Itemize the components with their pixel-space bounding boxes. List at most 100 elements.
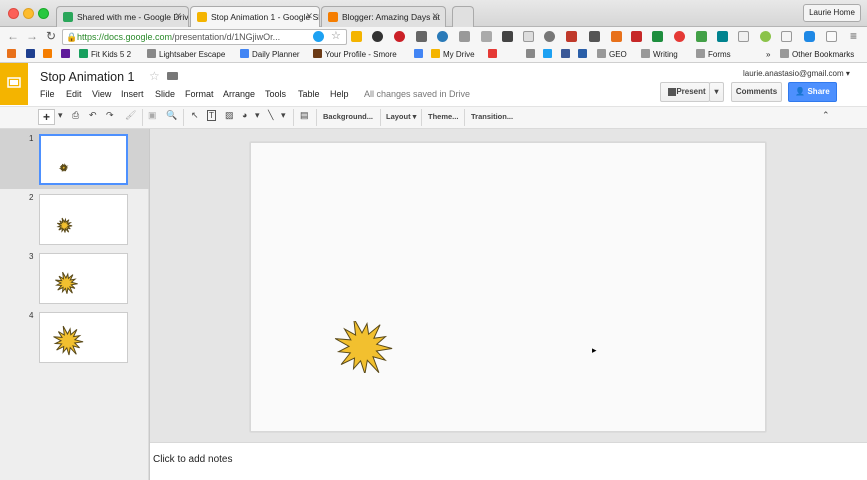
- bookmark-item[interactable]: [26, 49, 38, 61]
- more-dots-icon[interactable]: [459, 31, 470, 42]
- bookmark-star-icon[interactable]: ☆: [331, 29, 341, 42]
- image-icon[interactable]: ▨: [225, 110, 234, 121]
- bookmark-item[interactable]: Fit Kids 5 2: [79, 49, 131, 61]
- comments-button[interactable]: Comments: [731, 82, 782, 102]
- slide-thumbnail[interactable]: [39, 134, 128, 185]
- menu-table[interactable]: Table: [298, 89, 320, 99]
- forward-icon[interactable]: →: [26, 29, 38, 43]
- transition-button[interactable]: Transition...: [471, 112, 513, 121]
- close-window-button[interactable]: [8, 8, 19, 19]
- menu-edit[interactable]: Edit: [66, 89, 82, 99]
- text-box-icon[interactable]: T: [207, 110, 216, 121]
- undo-icon[interactable]: ↶: [89, 110, 97, 121]
- menu-insert[interactable]: Insert: [121, 89, 144, 99]
- bookmark-item[interactable]: [526, 49, 538, 61]
- line-dropdown-icon[interactable]: ▾: [281, 110, 286, 121]
- address-bar[interactable]: 🔒 https://docs.google.com/presentation/d/…: [62, 29, 347, 45]
- dark-extension-icon[interactable]: [372, 31, 383, 42]
- bookmark-item[interactable]: [7, 49, 19, 61]
- minimize-window-button[interactable]: [23, 8, 34, 19]
- share-button[interactable]: 👤 Share: [788, 82, 837, 102]
- twitter-extension-icon[interactable]: [313, 31, 324, 42]
- close-tab-icon[interactable]: ✕: [305, 11, 313, 22]
- drive-extension-icon[interactable]: [351, 31, 362, 42]
- close-tab-icon[interactable]: ✕: [174, 11, 182, 22]
- green-extension-icon[interactable]: [696, 31, 707, 42]
- current-slide[interactable]: [250, 142, 766, 432]
- s-extension-icon[interactable]: [717, 31, 728, 42]
- bookmark-item[interactable]: [488, 49, 500, 61]
- red-extension-icon[interactable]: [566, 31, 577, 42]
- document-title[interactable]: Stop Animation 1: [40, 70, 135, 84]
- present-button[interactable]: Present: [660, 82, 710, 102]
- menu-file[interactable]: File: [40, 89, 55, 99]
- bookmark-item[interactable]: Your Profile - Smore: [313, 49, 397, 61]
- slides-logo[interactable]: [0, 63, 28, 105]
- bookmark-item[interactable]: Lightsaber Escape: [147, 49, 225, 61]
- zoom-icon[interactable]: 🔍: [166, 110, 177, 121]
- comment-icon[interactable]: ▤: [300, 110, 309, 121]
- browser-tab[interactable]: Shared with me - Google Drive ✕: [56, 6, 189, 27]
- profile-button[interactable]: Laurie Home: [803, 4, 861, 22]
- close-tab-icon[interactable]: ✕: [431, 11, 439, 22]
- shape-icon[interactable]: ◕: [242, 110, 247, 120]
- line-icon[interactable]: ╲: [268, 110, 273, 121]
- back-icon[interactable]: ←: [7, 29, 19, 43]
- slide-thumbnail[interactable]: [39, 312, 128, 363]
- background-button[interactable]: Background...: [323, 112, 373, 121]
- d-extension-icon[interactable]: [804, 31, 815, 42]
- bookmark-item[interactable]: Forms: [696, 49, 731, 61]
- paint-format-icon[interactable]: 🖌: [125, 110, 136, 121]
- bookmark-item[interactable]: My Drive: [431, 49, 475, 61]
- star-icon[interactable]: ☆: [149, 69, 160, 83]
- reload-icon[interactable]: ↻: [46, 29, 56, 43]
- audio-extension-icon[interactable]: [481, 31, 492, 42]
- print-icon[interactable]: ⎙: [72, 110, 79, 121]
- bookmark-item[interactable]: Daily Planner: [240, 49, 300, 61]
- maximize-window-button[interactable]: [38, 8, 49, 19]
- speaker-notes[interactable]: Click to add notes: [150, 442, 867, 480]
- bookmark-item[interactable]: [561, 49, 573, 61]
- page3-extension-icon[interactable]: [826, 31, 837, 42]
- formula-extension-icon[interactable]: [589, 31, 600, 42]
- menu-view[interactable]: View: [92, 89, 111, 99]
- menu-arrange[interactable]: Arrange: [223, 89, 255, 99]
- folder-icon[interactable]: [167, 72, 178, 80]
- page-extension-icon[interactable]: [523, 31, 534, 42]
- shape-dropdown-icon[interactable]: ▾: [255, 110, 260, 121]
- book-extension-icon[interactable]: [631, 31, 642, 42]
- menu-tools[interactable]: Tools: [265, 89, 286, 99]
- menu-slide[interactable]: Slide: [155, 89, 175, 99]
- color-extension-icon[interactable]: [674, 31, 685, 42]
- theme-button[interactable]: Theme...: [428, 112, 458, 121]
- new-tab-button[interactable]: [452, 6, 474, 27]
- bookmark-item[interactable]: [414, 49, 426, 61]
- globe-extension-icon[interactable]: [437, 31, 448, 42]
- user-email[interactable]: laurie.anastasio@gmail.com ▾: [743, 69, 850, 78]
- new-slide-dropdown-icon[interactable]: ▾: [58, 110, 63, 121]
- bookmark-item[interactable]: Writing: [641, 49, 678, 61]
- bookmark-item[interactable]: [61, 49, 73, 61]
- browser-tab[interactable]: Blogger: Amazing Days at ✕: [321, 6, 446, 27]
- new-slide-button[interactable]: +: [38, 109, 55, 125]
- bookmark-item[interactable]: [543, 49, 555, 61]
- starburst-shape[interactable]: [333, 321, 393, 373]
- orange-extension-icon[interactable]: [611, 31, 622, 42]
- select-cursor-icon[interactable]: ↖: [191, 110, 199, 121]
- lime-extension-icon[interactable]: [760, 31, 771, 42]
- browser-tab-active[interactable]: Stop Animation 1 - Google Slides ✕: [190, 6, 320, 27]
- bookmark-item[interactable]: [43, 49, 55, 61]
- more-bookmarks-icon[interactable]: »: [766, 49, 770, 61]
- present-dropdown-button[interactable]: ▾: [709, 82, 724, 102]
- paper-extension-icon[interactable]: [781, 31, 792, 42]
- clock-extension-icon[interactable]: [544, 31, 555, 42]
- scissors-extension-icon[interactable]: [416, 31, 427, 42]
- fit-icon[interactable]: ▣: [148, 110, 157, 121]
- pinterest-extension-icon[interactable]: [394, 31, 405, 42]
- film-extension-icon[interactable]: [502, 31, 513, 42]
- layout-button[interactable]: Layout ▾: [386, 112, 416, 121]
- chrome-menu-icon[interactable]: ≡: [850, 29, 857, 43]
- menu-help[interactable]: Help: [330, 89, 349, 99]
- menu-format[interactable]: Format: [185, 89, 214, 99]
- classroom-extension-icon[interactable]: [652, 31, 663, 42]
